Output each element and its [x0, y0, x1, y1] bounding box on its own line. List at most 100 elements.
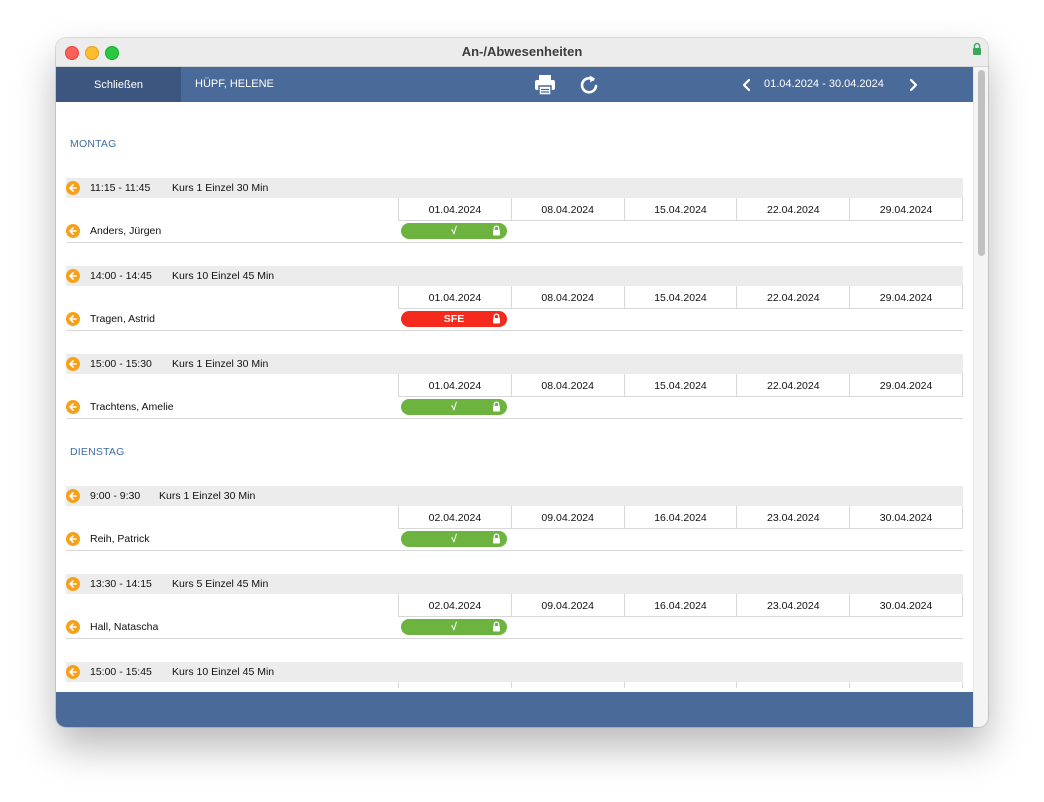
course-block: 13:30 - 14:15 Kurs 5 Einzel 45 Min 02.04…: [66, 574, 963, 639]
date-cell: 01.04.2024: [398, 374, 511, 396]
lock-icon: [493, 401, 500, 412]
date-header-row: [398, 682, 963, 688]
date-cell: 08.04.2024: [510, 286, 624, 308]
course-header: 14:00 - 14:45 Kurs 10 Einzel 45 Min: [66, 266, 963, 286]
arrow-left-icon[interactable]: [66, 357, 80, 371]
date-cell: 23.04.2024: [736, 594, 849, 616]
toolbar: Schließen HÜPF, HELENE 01.04.2024 - 30.0…: [56, 67, 973, 102]
vertical-scrollbar[interactable]: [973, 67, 988, 727]
close-button[interactable]: Schließen: [56, 67, 181, 102]
arrow-left-icon[interactable]: [66, 181, 80, 195]
date-cell: 15.04.2024: [623, 374, 737, 396]
refresh-icon[interactable]: [576, 72, 602, 98]
date-cell: [398, 682, 511, 688]
course-block: 11:15 - 11:45 Kurs 1 Einzel 30 Min 01.04…: [66, 178, 963, 243]
footer-bar: [56, 692, 973, 727]
course-header: 11:15 - 11:45 Kurs 1 Einzel 30 Min: [66, 178, 963, 198]
student-row: Hall, Natascha √: [66, 617, 963, 639]
attendance-status-present[interactable]: √: [401, 223, 507, 239]
status-label: √: [451, 533, 457, 545]
course-header: 13:30 - 14:15 Kurs 5 Einzel 45 Min: [66, 574, 963, 594]
course-block: 15:00 - 15:30 Kurs 1 Einzel 30 Min 01.04…: [66, 354, 963, 419]
date-cell: 09.04.2024: [510, 506, 624, 528]
course-name: Kurs 10 Einzel 45 Min: [172, 270, 275, 282]
attendance-status-present[interactable]: √: [401, 399, 507, 415]
attendance-status-present[interactable]: √: [401, 619, 507, 635]
student-name: Tragen, Astrid: [90, 313, 155, 325]
date-cell: [736, 682, 849, 688]
student-row: Anders, Jürgen √: [66, 221, 963, 243]
date-cell: 22.04.2024: [736, 198, 849, 220]
date-cell: 01.04.2024: [398, 286, 511, 308]
student-name: Trachtens, Amelie: [90, 401, 174, 413]
arrow-left-icon[interactable]: [66, 665, 80, 679]
day-label: MONTAG: [70, 138, 117, 150]
course-time: 9:00 - 9:30: [90, 490, 141, 502]
chevron-right-icon[interactable]: [906, 77, 920, 93]
arrow-left-icon[interactable]: [66, 269, 80, 283]
date-cell: 15.04.2024: [623, 286, 737, 308]
lock-icon: [973, 42, 981, 55]
lock-icon: [493, 225, 500, 236]
status-label: √: [451, 621, 457, 633]
scrollbar-thumb[interactable]: [978, 70, 985, 256]
course-time: 13:30 - 14:15: [90, 578, 152, 590]
student-name: Hall, Natascha: [90, 621, 159, 633]
student-row: Reih, Patrick √: [66, 529, 963, 551]
date-cell: 16.04.2024: [623, 506, 737, 528]
student-name: HÜPF, HELENE: [195, 78, 274, 90]
date-cell: [510, 682, 624, 688]
date-cell: 09.04.2024: [510, 594, 624, 616]
date-header-row: 02.04.2024 09.04.2024 16.04.2024 23.04.2…: [398, 594, 963, 617]
course-block: 15:00 - 15:45 Kurs 10 Einzel 45 Min: [66, 662, 963, 688]
arrow-left-icon[interactable]: [66, 489, 80, 503]
date-range: 01.04.2024 - 30.04.2024: [764, 78, 884, 90]
course-header: 15:00 - 15:45 Kurs 10 Einzel 45 Min: [66, 662, 963, 682]
date-cell: 08.04.2024: [510, 198, 624, 220]
date-header-row: 02.04.2024 09.04.2024 16.04.2024 23.04.2…: [398, 506, 963, 529]
title-bar: An-/Abwesenheiten: [56, 38, 988, 67]
arrow-left-icon[interactable]: [66, 577, 80, 591]
course-name: Kurs 1 Einzel 30 Min: [172, 182, 269, 194]
date-cell: 29.04.2024: [849, 374, 963, 396]
lock-icon: [493, 533, 500, 544]
day-label: DIENSTAG: [70, 446, 125, 458]
course-time: 15:00 - 15:30: [90, 358, 152, 370]
course-time: 11:15 - 11:45: [90, 182, 151, 194]
lock-icon: [493, 313, 500, 324]
window-title: An-/Abwesenheiten: [461, 44, 583, 59]
date-header-row: 01.04.2024 08.04.2024 15.04.2024 22.04.2…: [398, 374, 963, 397]
arrow-left-icon[interactable]: [66, 532, 80, 546]
course-name: Kurs 1 Einzel 30 Min: [172, 358, 269, 370]
date-cell: 29.04.2024: [849, 286, 963, 308]
date-cell: 16.04.2024: [623, 594, 737, 616]
arrow-left-icon[interactable]: [66, 312, 80, 326]
attendance-status-absent[interactable]: SFE: [401, 311, 507, 327]
date-cell: 22.04.2024: [736, 286, 849, 308]
course-time: 15:00 - 15:45: [90, 666, 152, 678]
arrow-left-icon[interactable]: [66, 224, 80, 238]
attendance-status-present[interactable]: √: [401, 531, 507, 547]
attendance-list[interactable]: MONTAG 11:15 - 11:45 Kurs 1 Einzel 30 Mi…: [56, 102, 973, 688]
print-icon[interactable]: [532, 72, 558, 98]
student-row: Tragen, Astrid SFE: [66, 309, 963, 331]
date-cell: 02.04.2024: [398, 506, 511, 528]
date-cell: 29.04.2024: [849, 198, 963, 220]
course-name: Kurs 10 Einzel 45 Min: [172, 666, 275, 678]
course-block: 9:00 - 9:30 Kurs 1 Einzel 30 Min 02.04.2…: [66, 486, 963, 551]
status-label: √: [451, 401, 457, 413]
arrow-left-icon[interactable]: [66, 400, 80, 414]
student-name: Reih, Patrick: [90, 533, 150, 545]
date-header-row: 01.04.2024 08.04.2024 15.04.2024 22.04.2…: [398, 198, 963, 221]
student-name: Anders, Jürgen: [90, 225, 162, 237]
date-cell: 23.04.2024: [736, 506, 849, 528]
course-header: 9:00 - 9:30 Kurs 1 Einzel 30 Min: [66, 486, 963, 506]
student-row: Trachtens, Amelie √: [66, 397, 963, 419]
chevron-left-icon[interactable]: [740, 77, 754, 93]
date-cell: 22.04.2024: [736, 374, 849, 396]
date-cell: [849, 682, 963, 688]
course-time: 14:00 - 14:45: [90, 270, 152, 282]
course-name: Kurs 1 Einzel 30 Min: [159, 490, 256, 502]
arrow-left-icon[interactable]: [66, 620, 80, 634]
date-cell: [623, 682, 737, 688]
